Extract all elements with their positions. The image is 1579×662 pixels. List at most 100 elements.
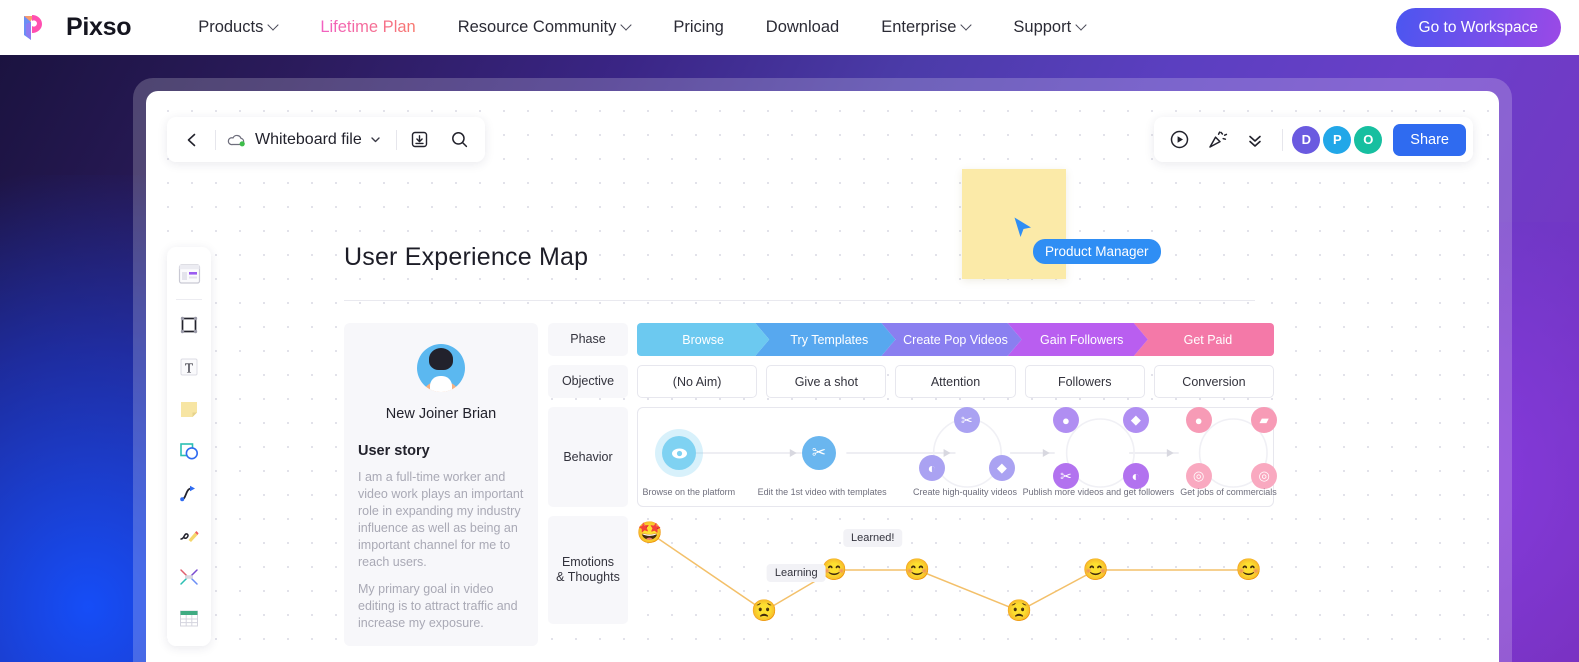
emoji-point[interactable]: 😊	[1083, 560, 1109, 581]
mindmap-icon[interactable]	[170, 557, 208, 597]
objective-cells: (No Aim) Give a shot Attention Followers…	[637, 365, 1275, 398]
emoji-point[interactable]: 😊	[904, 560, 930, 581]
emotion-note[interactable]: Learning	[766, 564, 826, 582]
file-name-menu[interactable]: Whiteboard file	[219, 120, 393, 160]
objective-cell[interactable]: Give a shot	[766, 365, 887, 398]
user-story-heading: User story	[358, 443, 430, 459]
frame-icon[interactable]	[170, 305, 208, 345]
pen-icon[interactable]	[170, 515, 208, 555]
add-user-icon[interactable]: ●	[1185, 407, 1212, 433]
objective-cell[interactable]: Followers	[1024, 365, 1145, 398]
cursor-pointer-icon	[1014, 217, 1031, 237]
emoji-point[interactable]: 😊	[1235, 560, 1261, 581]
money-icon[interactable]: ◎	[1185, 463, 1212, 489]
nav-item-lifetime-plan[interactable]: Lifetime Plan	[299, 18, 436, 37]
chevron-double-down-icon[interactable]	[1237, 122, 1273, 158]
share-button[interactable]: Share	[1393, 123, 1466, 156]
phase-chip[interactable]: Get Paid	[1133, 323, 1275, 356]
go-to-workspace-button[interactable]: Go to Workspace	[1395, 8, 1561, 47]
nav-item-products[interactable]: Products	[177, 18, 299, 37]
site-navbar: Pixso Products Lifetime Plan Resource Co…	[0, 0, 1579, 55]
phase-label: Get Paid	[1183, 332, 1233, 347]
collaborator-avatars: D P O	[1292, 125, 1383, 154]
emotions-row: Emotions & Thoughts 🤩 😟 😊 😊 😟 �	[548, 516, 1274, 624]
emotion-note[interactable]: Learned!	[842, 529, 903, 547]
divider	[395, 129, 397, 150]
persona-name: New Joiner Brian	[385, 406, 497, 422]
nav-item-resource-community[interactable]: Resource Community	[437, 18, 653, 37]
nav-item-pricing[interactable]: Pricing	[652, 18, 744, 37]
nav-item-enterprise[interactable]: Enterprise	[860, 18, 992, 37]
divider	[1282, 128, 1284, 151]
contrast-icon[interactable]: ◐	[1122, 463, 1149, 489]
scissors-icon[interactable]: ✂	[801, 436, 836, 470]
video-camera-icon[interactable]: ▰	[1251, 407, 1278, 433]
nav-items: Products Lifetime Plan Resource Communit…	[177, 18, 1107, 37]
emoji-point[interactable]: 🤩	[637, 523, 663, 544]
emoji-point[interactable]: 😟	[1006, 601, 1032, 622]
user-experience-map: User Experience Map New Joiner Brian Use…	[344, 243, 1278, 646]
brand-logo[interactable]: Pixso	[18, 9, 132, 47]
table-icon[interactable]	[170, 599, 208, 639]
phase-chip[interactable]: Browse	[637, 323, 769, 356]
avatar[interactable]: O	[1354, 125, 1383, 154]
row-label-emotions: Emotions & Thoughts	[548, 516, 628, 624]
sticky-note-icon[interactable]	[170, 389, 208, 429]
phase-label: Gain Followers	[1040, 332, 1124, 347]
cloud-saved-icon	[227, 132, 247, 148]
search-button[interactable]	[440, 120, 480, 160]
nav-item-download[interactable]: Download	[745, 18, 860, 37]
back-button[interactable]	[172, 120, 212, 160]
behavior-caption: Get jobs of commercials	[1180, 487, 1277, 497]
avatar	[417, 344, 465, 392]
pixso-landing-page: Pixso Products Lifetime Plan Resource Co…	[0, 0, 1579, 662]
avatar[interactable]: P	[1323, 125, 1352, 154]
connector-icon[interactable]	[170, 473, 208, 513]
present-icon[interactable]	[1161, 122, 1197, 158]
objective-cell[interactable]: Conversion	[1153, 365, 1275, 398]
text-icon[interactable]: T	[170, 347, 208, 387]
download-button[interactable]	[400, 120, 440, 160]
avatar-initial: D	[1301, 132, 1311, 147]
whiteboard-canvas[interactable]: Whiteboard file D P O Share T Product Ma…	[146, 91, 1499, 662]
objective-row: Objective (No Aim) Give a shot Attention…	[548, 365, 1275, 398]
phase-chip[interactable]: Try Templates	[755, 323, 895, 356]
phase-row: Phase Browse Try Templates Create Pop Vi…	[548, 323, 1275, 356]
phase-label: Try Templates	[790, 332, 869, 347]
phase-label: Browse	[682, 332, 724, 347]
phase-chip[interactable]: Create Pop Videos	[881, 323, 1021, 356]
contrast-icon[interactable]: ◐	[919, 455, 945, 481]
divider	[215, 129, 216, 150]
user-story-paragraph-2: My primary goal in video editing is to a…	[358, 582, 518, 630]
emoji-point[interactable]: 😟	[751, 601, 777, 622]
template-icon[interactable]	[170, 254, 208, 294]
brand-name: Pixso	[66, 13, 132, 41]
avatar[interactable]: D	[1292, 125, 1321, 154]
fill-icon[interactable]: ◆	[1122, 407, 1149, 433]
phase-cells: Browse Try Templates Create Pop Videos G…	[637, 323, 1275, 356]
row-label-behavior: Behavior	[548, 407, 628, 507]
nav-label: Support	[1013, 18, 1072, 36]
behavior-caption: Edit the 1st video with templates	[757, 487, 887, 497]
chevron-down-icon	[962, 21, 971, 30]
shape-icon[interactable]	[170, 431, 208, 471]
nav-label: Pricing	[673, 18, 724, 36]
celebrate-icon[interactable]	[1199, 122, 1235, 158]
scissors-icon[interactable]: ✂	[953, 407, 980, 433]
scissors-icon[interactable]: ✂	[1052, 463, 1079, 489]
objective-cell[interactable]: (No Aim)	[637, 365, 758, 398]
objective-cell[interactable]: Attention	[895, 365, 1016, 398]
eye-icon[interactable]	[662, 436, 697, 470]
user-story-paragraph-1: I am a full-time worker and video work p…	[358, 470, 524, 569]
nav-label: Products	[198, 18, 264, 36]
nav-label: Download	[765, 18, 840, 36]
fill-icon[interactable]: ◆	[988, 455, 1015, 481]
behavior-row: Behavior ✂ ✂ ◐ ◆ ● ◆ ✂ ◐ ● ▰ ◎ ◎ Browse …	[548, 407, 1278, 507]
page-title: User Experience Map	[344, 243, 589, 271]
nav-item-support[interactable]: Support	[992, 18, 1107, 37]
phase-chip[interactable]: Gain Followers	[1008, 323, 1148, 356]
nav-label: Lifetime Plan	[320, 18, 416, 36]
chart-icon[interactable]: ◎	[1251, 463, 1278, 489]
pixso-logo-icon	[18, 9, 56, 47]
add-user-icon[interactable]: ●	[1052, 407, 1079, 433]
